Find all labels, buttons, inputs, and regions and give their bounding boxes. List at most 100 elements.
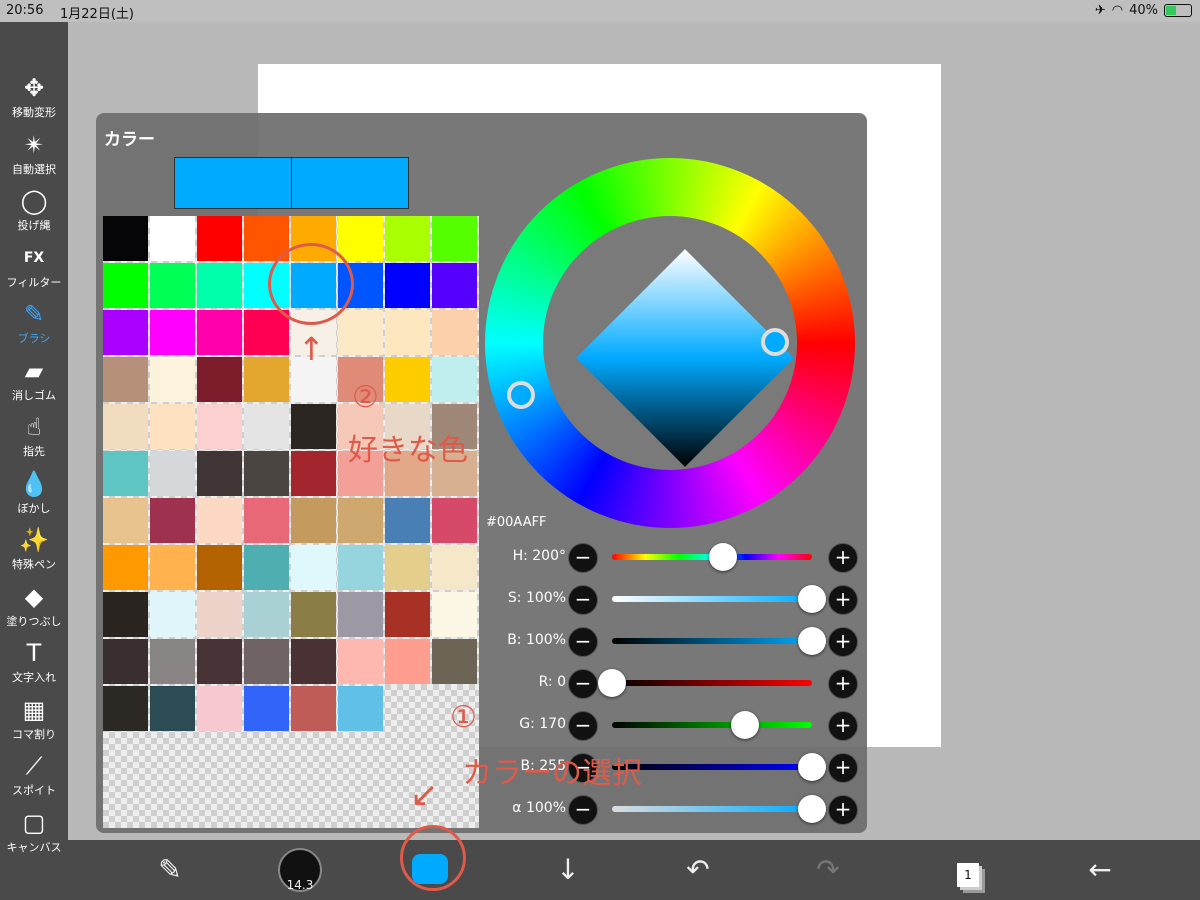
slider-knob[interactable]: [798, 627, 826, 655]
slider-knob[interactable]: [798, 795, 826, 823]
slider-knob[interactable]: [798, 753, 826, 781]
palette-swatch[interactable]: [338, 310, 383, 355]
plus-button[interactable]: +: [828, 711, 858, 741]
tool-canvas[interactable]: ▢ キャンバス: [0, 807, 68, 855]
palette-swatch[interactable]: [103, 639, 148, 684]
palette-swatch[interactable]: [244, 357, 289, 402]
plus-button[interactable]: +: [828, 669, 858, 699]
palette-swatch[interactable]: [103, 357, 148, 402]
slider-knob[interactable]: [731, 711, 760, 739]
minus-button[interactable]: −: [568, 669, 598, 699]
tool-eraser[interactable]: ▰ 消しゴム: [0, 355, 68, 403]
palette-swatch[interactable]: [244, 451, 289, 496]
slider-knob[interactable]: [709, 543, 738, 571]
tool-special-pen[interactable]: ✨ 特殊ペン: [0, 524, 68, 572]
palette-swatch[interactable]: [103, 592, 148, 637]
tool-fx[interactable]: FX フィルター: [0, 242, 68, 290]
download-arrow-icon[interactable]: ↓: [546, 848, 590, 892]
palette-swatch[interactable]: [385, 592, 430, 637]
hue-handle[interactable]: [507, 381, 535, 409]
palette-swatch[interactable]: [244, 545, 289, 590]
palette-swatch[interactable]: [244, 404, 289, 449]
tool-eyedropper[interactable]: ⟋ スポイト: [0, 750, 68, 798]
plus-button[interactable]: +: [828, 627, 858, 657]
plus-button[interactable]: +: [828, 753, 858, 783]
palette-swatch[interactable]: [103, 451, 148, 496]
tool-bucket[interactable]: ◆ 塗りつぶし: [0, 581, 68, 629]
slider-track[interactable]: [612, 806, 812, 812]
plus-button[interactable]: +: [828, 585, 858, 615]
minus-button[interactable]: −: [568, 543, 598, 573]
palette-swatch[interactable]: [385, 639, 430, 684]
palette-swatch[interactable]: [385, 545, 430, 590]
palette-swatch[interactable]: [103, 263, 148, 308]
tool-magic-wand[interactable]: ✴ 自動選択: [0, 129, 68, 177]
plus-button[interactable]: +: [828, 543, 858, 573]
palette-swatch[interactable]: [197, 686, 242, 731]
palette-swatch[interactable]: [150, 404, 195, 449]
palette-swatch[interactable]: [338, 639, 383, 684]
tool-move[interactable]: ✥ 移動変形: [0, 72, 68, 120]
palette-swatch[interactable]: [385, 498, 430, 543]
previous-color-swatch[interactable]: [291, 157, 409, 209]
palette-swatch[interactable]: [338, 592, 383, 637]
palette-swatch[interactable]: [150, 216, 195, 261]
palette-swatch[interactable]: [150, 545, 195, 590]
palette-swatch[interactable]: [103, 545, 148, 590]
palette-swatch[interactable]: [103, 686, 148, 731]
slider-knob[interactable]: [598, 669, 626, 697]
palette-swatch[interactable]: [244, 639, 289, 684]
palette-swatch[interactable]: [385, 310, 430, 355]
palette-swatch[interactable]: [197, 404, 242, 449]
palette-swatch[interactable]: [197, 592, 242, 637]
quick-tools-icon[interactable]: ✎: [148, 848, 192, 892]
palette-swatch[interactable]: [197, 310, 242, 355]
slider-track[interactable]: [612, 722, 812, 728]
minus-button[interactable]: −: [568, 585, 598, 615]
palette-swatch[interactable]: [197, 545, 242, 590]
slider-track[interactable]: [612, 680, 812, 686]
palette-swatch[interactable]: [338, 545, 383, 590]
palette-swatch[interactable]: [197, 263, 242, 308]
undo-icon[interactable]: ↶: [676, 848, 720, 892]
palette-swatch[interactable]: [244, 686, 289, 731]
slider-knob[interactable]: [798, 585, 826, 613]
saturation-brightness-square[interactable]: [576, 249, 794, 467]
hue-ring[interactable]: [485, 158, 855, 528]
sb-handle[interactable]: [761, 328, 789, 356]
palette-swatch[interactable]: [432, 545, 477, 590]
palette-swatch[interactable]: [432, 592, 477, 637]
palette-swatch[interactable]: [197, 357, 242, 402]
palette-swatch[interactable]: [244, 592, 289, 637]
palette-swatch[interactable]: [150, 686, 195, 731]
palette-swatch[interactable]: [291, 592, 336, 637]
slider-track[interactable]: [612, 596, 812, 602]
palette-swatch[interactable]: [150, 498, 195, 543]
palette-swatch[interactable]: [197, 639, 242, 684]
palette-swatch[interactable]: [150, 263, 195, 308]
palette-swatch[interactable]: [432, 216, 477, 261]
palette-swatch[interactable]: [291, 451, 336, 496]
redo-icon[interactable]: ↷: [806, 848, 850, 892]
palette-swatch[interactable]: [338, 686, 383, 731]
layers-icon[interactable]: 1: [946, 848, 990, 892]
brush-size-button[interactable]: 14.3: [276, 848, 324, 892]
palette-swatch[interactable]: [291, 545, 336, 590]
tool-text[interactable]: T 文字入れ: [0, 637, 68, 685]
palette-swatch[interactable]: [150, 639, 195, 684]
minus-button[interactable]: −: [568, 795, 598, 825]
palette-swatch[interactable]: [291, 498, 336, 543]
current-color-swatch[interactable]: [174, 157, 292, 209]
palette-swatch[interactable]: [197, 216, 242, 261]
palette-swatch[interactable]: [150, 357, 195, 402]
tool-blur[interactable]: 💧 ぼかし: [0, 468, 68, 516]
palette-swatch[interactable]: [103, 404, 148, 449]
palette-swatch[interactable]: [244, 310, 289, 355]
palette-swatch[interactable]: [385, 357, 430, 402]
palette-swatch[interactable]: [103, 216, 148, 261]
palette-swatch[interactable]: [103, 310, 148, 355]
palette-swatch[interactable]: [150, 451, 195, 496]
palette-swatch[interactable]: [291, 686, 336, 731]
palette-swatch[interactable]: [291, 639, 336, 684]
minus-button[interactable]: −: [568, 711, 598, 741]
